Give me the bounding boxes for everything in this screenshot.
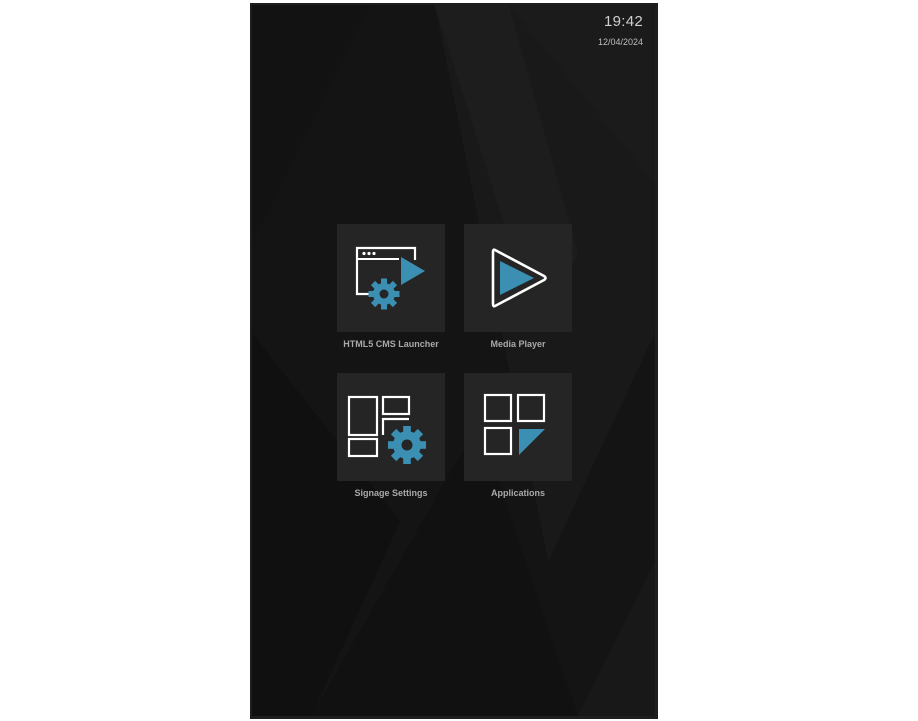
- clock-date: 12/04/2024: [597, 37, 643, 47]
- applications-tile[interactable]: [464, 373, 572, 481]
- media-player-icon: [491, 248, 547, 308]
- side-hardware-button: [656, 220, 658, 260]
- clock-time: 19:42: [603, 13, 643, 30]
- signage-settings-tile[interactable]: [337, 373, 445, 481]
- signage-settings-icon: [347, 395, 426, 464]
- media-player-label[interactable]: Media Player: [443, 339, 593, 349]
- applications-icon: [483, 393, 546, 456]
- media-player-tile[interactable]: [464, 224, 572, 332]
- applications-label[interactable]: Applications: [443, 488, 593, 498]
- signage-display: 19:42 12/04/2024 HTML5 CMS Launcher Medi…: [250, 3, 658, 719]
- html5-cms-launcher-tile[interactable]: [337, 224, 445, 332]
- side-hardware-button: [656, 400, 658, 440]
- background-pattern: [252, 5, 655, 716]
- html5-cms-launcher-icon: [355, 246, 425, 310]
